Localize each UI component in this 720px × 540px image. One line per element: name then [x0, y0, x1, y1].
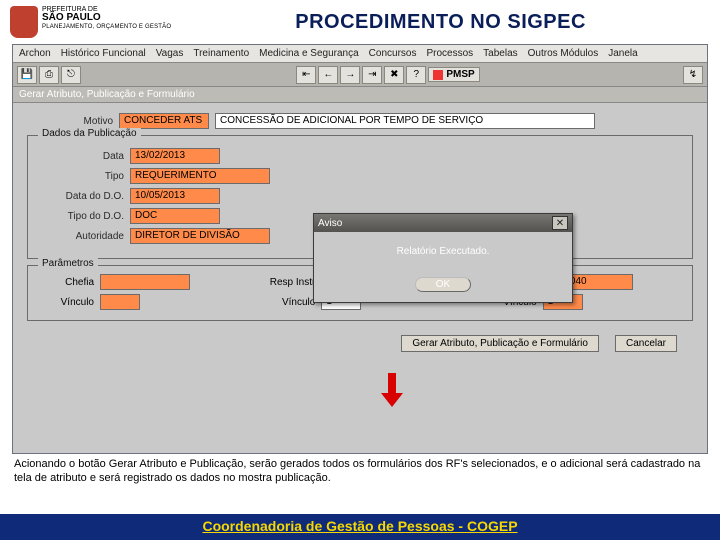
stop-icon[interactable]: ✖ [384, 66, 404, 84]
pmsp-flag-icon [433, 70, 443, 80]
resp-instr-label: Resp Instr [255, 277, 315, 288]
chefia-field[interactable] [100, 274, 190, 290]
vinculo1-field[interactable] [100, 294, 140, 310]
params-legend: Parâmetros [38, 258, 98, 269]
run-icon[interactable]: ↯ [683, 66, 703, 84]
menu-processos[interactable]: Processos [426, 48, 473, 59]
menu-vagas[interactable]: Vagas [156, 48, 184, 59]
tipo-do-field[interactable]: DOC [130, 208, 220, 224]
motivo-desc-field[interactable]: CONCESSÃO DE ADICIONAL POR TEMPO DE SERV… [215, 113, 595, 129]
button-bar: Gerar Atributo, Publicação e Formulário … [23, 327, 697, 358]
menu-historico[interactable]: Histórico Funcional [61, 48, 146, 59]
subwindow-title-text: Gerar Atributo, Publicação e Formulário [19, 89, 195, 100]
vinculo1-label: Vínculo [34, 297, 94, 308]
pmsp-selector[interactable]: PMSP [428, 67, 479, 82]
data-field[interactable]: 13/02/2013 [130, 148, 220, 164]
pmsp-label: PMSP [446, 69, 474, 80]
data-do-field[interactable]: 10/05/2013 [130, 188, 220, 204]
slide-footer: Coordenadoria de Gestão de Pessoas - COG… [0, 514, 720, 540]
subwindow-title: Gerar Atributo, Publicação e Formulário [13, 87, 707, 103]
menu-tabelas[interactable]: Tabelas [483, 48, 517, 59]
tipo-do-label: Tipo do D.O. [34, 211, 124, 222]
ok-button[interactable]: OK [415, 277, 471, 292]
save-icon[interactable]: 💾 [17, 66, 37, 84]
alert-dialog: Aviso ✕ Relatório Executado. OK [313, 213, 573, 303]
logo-line2: SÃO PAULO [42, 13, 171, 24]
print-icon[interactable]: ⎙ [39, 66, 59, 84]
menu-concursos[interactable]: Concursos [369, 48, 417, 59]
menu-archon[interactable]: Archon [19, 48, 51, 59]
logo: PREFEITURA DE SÃO PAULO PLANEJAMENTO, OR… [10, 6, 171, 38]
motivo-code-field[interactable]: CONCEDER ATS [119, 113, 209, 129]
callout-arrow-icon [383, 373, 401, 407]
data-do-label: Data do D.O. [34, 191, 124, 202]
chefia-label: Chefia [34, 277, 94, 288]
autoridade-label: Autoridade [34, 231, 124, 242]
menubar: Archon Histórico Funcional Vagas Treinam… [13, 45, 707, 63]
nav-prev-icon[interactable]: ← [318, 66, 338, 84]
exit-icon[interactable]: ⎋ [61, 66, 81, 84]
menu-outros[interactable]: Outros Módulos [528, 48, 599, 59]
dialog-message: Relatório Executado. [397, 246, 490, 257]
dialog-titlebar: Aviso ✕ [314, 214, 572, 232]
gerar-button[interactable]: Gerar Atributo, Publicação e Formulário [401, 335, 599, 352]
toolbar: 💾 ⎙ ⎋ ⇤ ← → ⇥ ✖ ? PMSP ↯ [13, 63, 707, 87]
tipo-field[interactable]: REQUERIMENTO [130, 168, 270, 184]
nav-next-icon[interactable]: → [340, 66, 360, 84]
vinculo2-label: Vínculo [255, 297, 315, 308]
data-label: Data [34, 151, 124, 162]
page-title: PROCEDIMENTO NO SIGPEC [171, 11, 710, 34]
autoridade-field[interactable]: DIRETOR DE DIVISÃO [130, 228, 270, 244]
city-crest-icon [10, 6, 38, 38]
dialog-title: Aviso [318, 218, 342, 229]
menu-janela[interactable]: Janela [608, 48, 637, 59]
nav-first-icon[interactable]: ⇤ [296, 66, 316, 84]
motivo-label: Motivo [23, 116, 113, 127]
nav-last-icon[interactable]: ⇥ [362, 66, 382, 84]
logo-line3: PLANEJAMENTO, ORÇAMENTO E GESTÃO [42, 24, 171, 30]
menu-medicina[interactable]: Medicina e Segurança [259, 48, 359, 59]
tipo-label: Tipo [34, 171, 124, 182]
slide-header: PREFEITURA DE SÃO PAULO PLANEJAMENTO, OR… [0, 0, 720, 44]
app-window: Archon Histórico Funcional Vagas Treinam… [12, 44, 708, 454]
menu-treinamento[interactable]: Treinamento [193, 48, 249, 59]
close-icon[interactable]: ✕ [552, 216, 568, 230]
help-icon[interactable]: ? [406, 66, 426, 84]
cancelar-button[interactable]: Cancelar [615, 335, 677, 352]
pub-legend: Dados da Publicação [38, 128, 141, 139]
slide-caption: Acionando o botão Gerar Atributo e Publi… [0, 454, 720, 488]
